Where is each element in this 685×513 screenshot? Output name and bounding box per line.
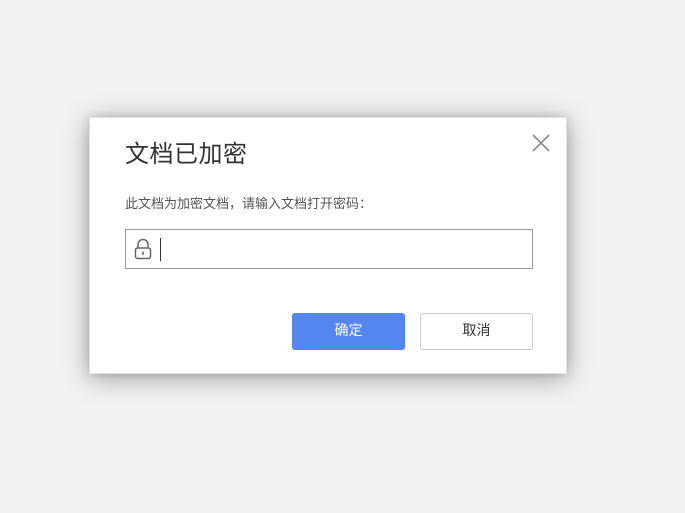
cancel-button[interactable]: 取消 [420,313,533,350]
text-cursor [160,238,161,261]
close-icon [530,132,552,154]
lock-icon [132,237,154,261]
dialog-message: 此文档为加密文档，请输入文档打开密码： [125,197,373,212]
password-input[interactable] [160,236,520,262]
encrypted-document-dialog: 文档已加密 此文档为加密文档，请输入文档打开密码： 确定 取消 [89,117,567,374]
password-field[interactable] [125,229,533,269]
confirm-button[interactable]: 确定 [292,313,405,350]
dialog-title: 文档已加密 [125,140,248,168]
close-button[interactable] [530,132,552,154]
